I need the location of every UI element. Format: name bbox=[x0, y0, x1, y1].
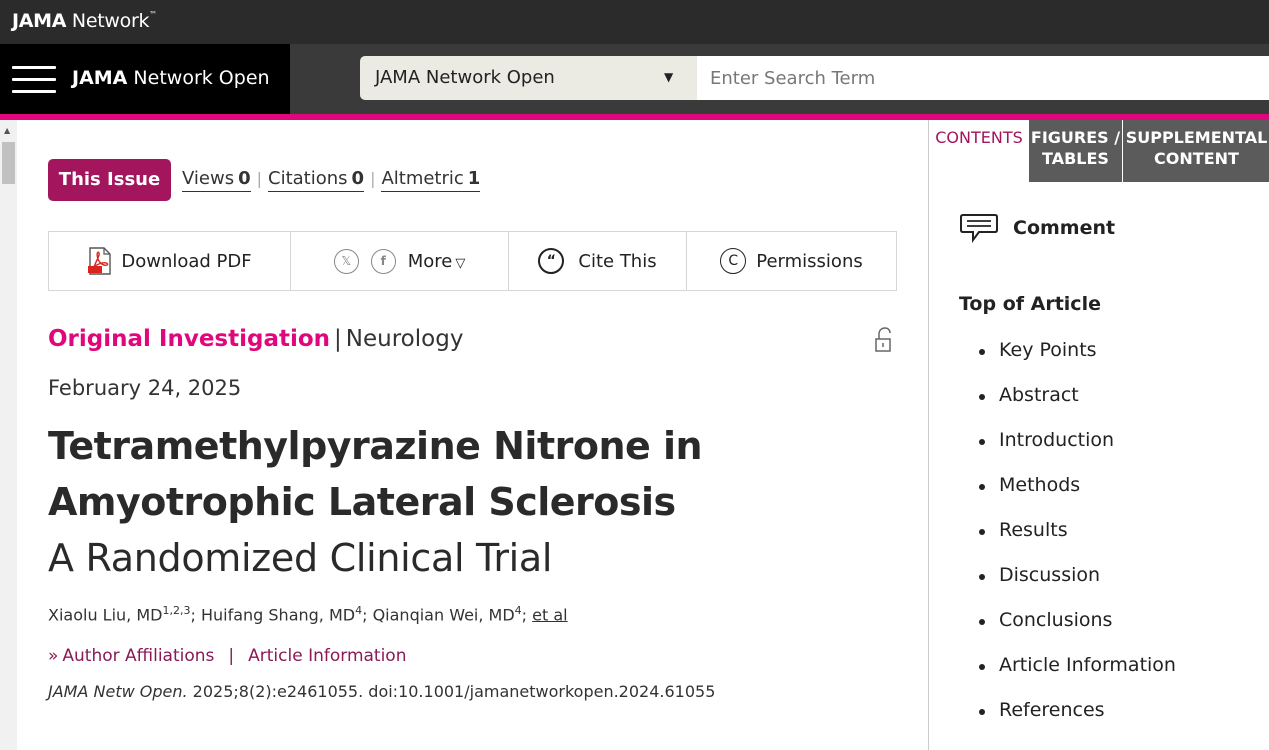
author-name[interactable]: Qianqian Wei, MD bbox=[373, 605, 515, 624]
scrollbar-thumb[interactable] bbox=[2, 142, 15, 184]
brand-bold: JAMA bbox=[12, 10, 67, 32]
article-topic[interactable]: Neurology bbox=[346, 326, 464, 352]
comment-button[interactable]: Comment bbox=[959, 212, 1115, 244]
journal-title-rest: Network Open bbox=[127, 67, 270, 89]
altmetric-count: 1 bbox=[467, 168, 481, 189]
article-action-bar: Download PDF 𝕏 f More ▽ “ Cite This C Per… bbox=[48, 231, 897, 291]
tab-figures-tables[interactable]: FIGURES / TABLES bbox=[1029, 120, 1122, 182]
author-affiliation-sup: 4 bbox=[355, 604, 363, 617]
open-access-lock-icon bbox=[875, 327, 891, 352]
toc-item[interactable]: Introduction bbox=[979, 429, 1176, 474]
views-count: 0 bbox=[238, 168, 251, 189]
quote-icon: “ bbox=[538, 248, 565, 274]
share-bar: 𝕏 f More ▽ bbox=[291, 232, 509, 290]
pdf-icon bbox=[88, 247, 112, 275]
cite-this-label: Cite This bbox=[578, 250, 657, 272]
toc-item[interactable]: Abstract bbox=[979, 384, 1176, 429]
publication-date: February 24, 2025 bbox=[48, 376, 242, 400]
article-category: Original Investigation | Neurology bbox=[48, 326, 463, 352]
this-issue-button[interactable]: This Issue bbox=[48, 159, 171, 201]
author-name[interactable]: Xiaolu Liu, MD bbox=[48, 605, 162, 624]
citation-journal: JAMA Netw Open. bbox=[48, 682, 188, 701]
article-main: This Issue Views 0 | Citations 0 | Altmetric 1 … bbox=[18, 120, 928, 750]
journal-title[interactable]: JAMA Network Open bbox=[72, 67, 270, 89]
tab-contents[interactable]: CONTENTS bbox=[929, 120, 1029, 182]
citations-label: Citations bbox=[268, 168, 348, 189]
citations-count: 0 bbox=[351, 168, 365, 189]
more-share-button[interactable]: More ▽ bbox=[408, 251, 466, 272]
article-citation: JAMA Netw Open. 2025;8(2):e2461055. doi:… bbox=[48, 682, 715, 701]
tab-supplemental-content[interactable]: SUPPLEMENTAL CONTENT bbox=[1123, 120, 1269, 182]
sidebar-tabs: CONTENTS FIGURES / TABLES SUPPLEMENTAL C… bbox=[929, 120, 1269, 182]
permissions-label: Permissions bbox=[756, 250, 863, 272]
jama-network-logo[interactable]: JAMA Network™ bbox=[12, 10, 157, 32]
toc-item[interactable]: Key Points bbox=[979, 339, 1176, 384]
views-link[interactable]: Views 0 bbox=[182, 168, 251, 192]
sidebar: CONTENTS FIGURES / TABLES SUPPLEMENTAL C… bbox=[928, 120, 1269, 750]
toc-item[interactable]: Methods bbox=[979, 474, 1176, 519]
journal-title-bold: JAMA bbox=[72, 67, 128, 89]
comment-icon bbox=[960, 214, 998, 243]
article-metrics: Views 0 | Citations 0 | Altmetric 1 bbox=[182, 168, 481, 192]
affiliation-links: » Author Affiliations | Article Information bbox=[48, 646, 407, 666]
toc-item[interactable]: References bbox=[979, 699, 1176, 744]
toc-item[interactable]: Results bbox=[979, 519, 1176, 564]
download-pdf-label: Download PDF bbox=[121, 250, 252, 272]
metric-separator: | bbox=[256, 169, 263, 188]
copyright-icon: C bbox=[720, 248, 747, 274]
views-label: Views bbox=[182, 168, 235, 189]
nav-left: JAMA Network Open bbox=[0, 44, 290, 114]
author-affiliation-sup: 4 bbox=[514, 604, 522, 617]
citations-link[interactable]: Citations 0 bbox=[268, 168, 365, 192]
article-type-link[interactable]: Original Investigation bbox=[48, 326, 330, 352]
metric-separator: | bbox=[370, 169, 376, 188]
author-name[interactable]: Huifang Shang, MD bbox=[201, 605, 355, 624]
article-subtitle: A Randomized Clinical Trial bbox=[48, 536, 553, 580]
citation-details: 2025;8(2):e2461055. doi:10.1001/jamanetw… bbox=[187, 682, 716, 701]
journal-select-value: JAMA Network Open bbox=[375, 67, 555, 88]
chevron-right-icon: » bbox=[48, 646, 59, 666]
journal-select[interactable]: JAMA Network Open ▼ bbox=[360, 56, 697, 100]
search-input[interactable] bbox=[697, 56, 1269, 100]
category-separator: | bbox=[334, 326, 342, 352]
scroll-up-icon[interactable]: ▲ bbox=[4, 126, 10, 135]
author-affiliations-label: Author Affiliations bbox=[62, 646, 215, 666]
menu-icon[interactable] bbox=[12, 66, 56, 94]
article-information-link[interactable]: Article Information bbox=[248, 646, 406, 666]
top-bar: JAMA Network™ bbox=[0, 0, 1269, 44]
author-list: Xiaolu Liu, MD1,2,3; Huifang Shang, MD4;… bbox=[48, 604, 568, 625]
chevron-down-icon: ▽ bbox=[455, 255, 466, 271]
permissions-button[interactable]: C Permissions bbox=[687, 232, 896, 290]
toc-heading[interactable]: Top of Article bbox=[959, 293, 1101, 315]
article-title-line1: Tetramethylpyrazine Nitrone in bbox=[48, 424, 703, 468]
more-label: More bbox=[407, 250, 453, 272]
author-affiliation-sup: 1,2,3 bbox=[162, 604, 191, 617]
article-title-line2: Amyotrophic Lateral Sclerosis bbox=[48, 480, 676, 524]
toc-item[interactable]: Article Information bbox=[979, 654, 1176, 699]
toc-item[interactable]: Conclusions bbox=[979, 609, 1176, 654]
scrollbar[interactable]: ▲ bbox=[0, 120, 17, 750]
chevron-down-icon: ▼ bbox=[664, 70, 674, 84]
x-twitter-icon[interactable]: 𝕏 bbox=[333, 248, 359, 274]
author-affiliations-link[interactable]: » Author Affiliations bbox=[48, 646, 214, 666]
toc-item[interactable]: Discussion bbox=[979, 564, 1176, 609]
altmetric-label: Altmetric bbox=[381, 168, 464, 189]
brand-trademark: ™ bbox=[149, 10, 157, 19]
download-pdf-button[interactable]: Download PDF bbox=[49, 232, 291, 290]
nav-bar: JAMA Network Open JAMA Network Open ▼ bbox=[0, 44, 1269, 114]
facebook-icon[interactable]: f bbox=[370, 248, 396, 274]
brand-rest: Network bbox=[66, 10, 150, 32]
table-of-contents: Key Points Abstract Introduction Methods… bbox=[979, 339, 1176, 744]
comment-label: Comment bbox=[1013, 217, 1116, 239]
article-title: Tetramethylpyrazine Nitrone in Amyotroph… bbox=[48, 418, 768, 530]
affiliation-separator: | bbox=[228, 646, 235, 666]
et-al-link[interactable]: et al bbox=[532, 605, 567, 624]
altmetric-link[interactable]: Altmetric 1 bbox=[381, 168, 481, 192]
cite-this-button[interactable]: “ Cite This bbox=[509, 232, 687, 290]
